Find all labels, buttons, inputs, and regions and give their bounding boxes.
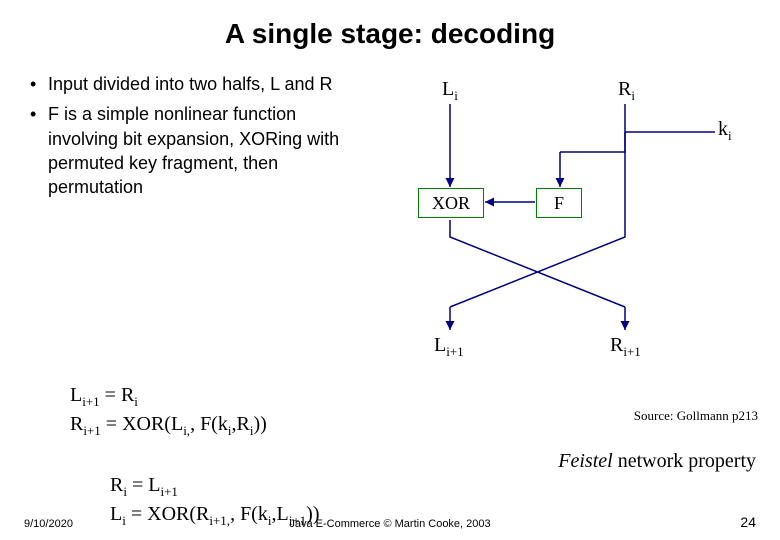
- source-citation: Source: Gollmann p213: [634, 408, 758, 424]
- label-Li1: Li+1: [434, 334, 464, 360]
- footer-copyright: Java E-Commerce © Martin Cooke, 2003: [0, 518, 780, 530]
- eq-line: Li+1 = Ri: [70, 382, 780, 411]
- bullet-text: F is a simple nonlinear function involvi…: [48, 102, 370, 199]
- f-box: F: [536, 188, 582, 218]
- bullet-item: • F is a simple nonlinear function invol…: [30, 102, 370, 199]
- bullets-column: • Input divided into two halfs, L and R …: [30, 72, 370, 372]
- label-Ri: Ri: [618, 78, 635, 104]
- label-Ri1: Ri+1: [610, 334, 641, 360]
- content-row: • Input divided into two halfs, L and R …: [0, 50, 780, 372]
- bullet-text: Input divided into two halfs, L and R: [48, 72, 370, 96]
- diagram-wires: [370, 72, 750, 372]
- xor-box: XOR: [418, 188, 484, 218]
- feistel-caption: Feistel network property: [558, 450, 756, 473]
- label-ki: ki: [718, 118, 732, 144]
- slide-footer: 9/10/2020 Java E-Commerce © Martin Cooke…: [0, 514, 780, 530]
- label-Li: Li: [442, 78, 458, 104]
- feistel-diagram: Li Ri ki XOR F Li+1 Ri+1: [370, 72, 750, 372]
- bullet-dot: •: [30, 102, 48, 199]
- bullet-dot: •: [30, 72, 48, 96]
- bullet-item: • Input divided into two halfs, L and R: [30, 72, 370, 96]
- slide-title: A single stage: decoding: [0, 0, 780, 50]
- eq-line: Ri = Li+1: [110, 472, 780, 501]
